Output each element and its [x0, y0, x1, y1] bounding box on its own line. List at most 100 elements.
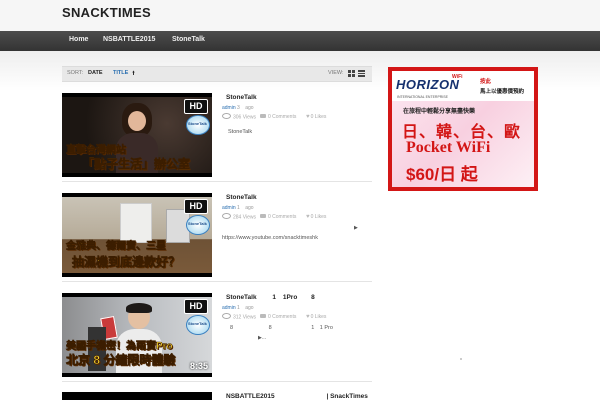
post-title[interactable]: NSBATTLE2015 | SnackTimes	[226, 393, 368, 400]
post-likes: 0 Likes	[310, 214, 327, 220]
post-item: NSBATTLE2015 | SnackTimes	[62, 392, 372, 400]
post-comments-link[interactable]: 0 Comments	[268, 314, 296, 320]
thumbnail-caption-line1: 直擊台灣網站	[66, 145, 127, 157]
post-views: 312 Views	[233, 314, 256, 321]
post-title-text: StoneTalk	[226, 294, 257, 301]
excerpt-part: 8	[268, 325, 272, 331]
post-author-link[interactable]: admin	[222, 205, 236, 211]
sort-ascending-icon[interactable]: 🠙	[132, 69, 135, 79]
post-thumbnail[interactable]	[62, 392, 212, 400]
post-age: 3	[237, 105, 240, 111]
ad-price: $60/日 起	[406, 165, 478, 184]
post-ago: ago	[245, 105, 254, 111]
channel-logo-icon: StoneTalk	[186, 115, 210, 135]
post-comments-link[interactable]: 0 Comments	[268, 114, 296, 120]
post-likes: 0 Likes	[310, 114, 327, 120]
grid-view-icon[interactable]	[348, 70, 355, 77]
post-title[interactable]: StoneTalk	[226, 194, 257, 201]
nav-item-home[interactable]: Home	[69, 36, 88, 43]
view-label: VIEW:	[328, 70, 344, 76]
excerpt-part: 1	[311, 325, 315, 331]
likes-icon[interactable]: ♥	[306, 214, 310, 220]
likes-icon[interactable]: ♥	[306, 114, 310, 120]
post-item: HD StoneTalk 金雅典、德爾寶、三星 抽濕機到底邊款好？ StoneT…	[62, 193, 372, 285]
post-meta: admin 1 ago	[222, 205, 254, 211]
post-item: HD StoneTalk 直擊台灣網站 「點子生活」辦公室 StoneTalk …	[62, 93, 372, 185]
sidebar-ad-banner[interactable]: HORIZON WiFi INTERNATIONAL ENTERPRISE 按此…	[388, 67, 538, 191]
post-stats: 306 Views 0 Comments ♥0 Likes	[222, 113, 362, 122]
hd-badge: HD	[184, 99, 208, 114]
post-meta: admin 1 ago	[222, 305, 254, 311]
post-stats: 312 Views 0 Comments ♥0 Likes	[222, 313, 362, 322]
views-icon	[222, 113, 231, 119]
post-stats: 284 Views 0 Comments ♥0 Likes	[222, 213, 362, 222]
post-author-link[interactable]: admin	[222, 305, 236, 311]
comments-icon	[260, 213, 266, 218]
post-title[interactable]: StoneTalk	[226, 94, 257, 101]
comments-icon	[260, 313, 266, 318]
post-ago: ago	[245, 205, 254, 211]
post-divider	[62, 181, 372, 182]
site-header: SNACKTIMES	[0, 0, 600, 31]
post-title-text: NSBATTLE2015	[226, 393, 275, 400]
nav-item-stonetalk[interactable]: StoneTalk	[172, 36, 205, 43]
thumbnail-caption-line2: 北京 8 分鐘限時體驗	[66, 353, 176, 368]
excerpt-part: 8	[230, 325, 234, 331]
post-excerpt: StoneTalk	[228, 129, 253, 135]
ad-tagline: 在旅程中輕鬆分享無盡快樂	[403, 109, 476, 115]
post-item: HD StoneTalk 美國手機密！為兩寶Pro 北京 8 分鐘限時體驗 8:…	[62, 293, 372, 385]
views-icon	[222, 313, 231, 319]
post-likes: 0 Likes	[310, 314, 327, 320]
list-view-icon[interactable]	[358, 70, 365, 77]
post-title-part: | SnackTimes	[326, 393, 368, 400]
post-thumbnail[interactable]: HD StoneTalk 美國手機密！為兩寶Pro 北京 8 分鐘限時體驗 8:…	[62, 293, 212, 377]
post-thumbnail[interactable]: HD StoneTalk 直擊台灣網站 「點子生活」辦公室	[62, 93, 212, 177]
views-icon	[222, 213, 231, 219]
sort-by-title-link[interactable]: TITLE	[113, 70, 128, 76]
sort-label: SORT:	[67, 70, 84, 76]
thumbnail-caption-line1: 美國手機密！為兩寶Pro	[66, 341, 173, 353]
post-title-part: 1Pro	[282, 294, 298, 301]
ad-logo-wifi: WiFi	[452, 74, 463, 80]
ad-content: HORIZON WiFi INTERNATIONAL ENTERPRISE 按此…	[392, 71, 534, 187]
decorative-dot	[460, 358, 462, 360]
post-title[interactable]: StoneTalk 1 1Pro 8	[226, 294, 315, 301]
ad-logo-subtitle: INTERNATIONAL ENTERPRISE	[397, 95, 448, 99]
main-navigation: Home NSBATTLE2015 StoneTalk	[0, 31, 600, 52]
post-excerpt: 8 8 1 1 Pro	[230, 325, 333, 331]
read-more-link[interactable]: ▶...	[258, 335, 266, 341]
ad-call-to-action-detail: 馬上以優惠價預約	[480, 89, 525, 95]
sort-by-date-link[interactable]: DATE	[88, 70, 103, 76]
post-age: 1	[237, 205, 240, 211]
post-meta: admin 3 ago	[222, 105, 254, 111]
post-divider	[62, 381, 372, 382]
post-author-link[interactable]: admin	[222, 105, 236, 111]
site-title[interactable]: SNACKTIMES	[62, 5, 151, 20]
video-duration: 8:35	[189, 361, 208, 371]
play-icon[interactable]: ▶	[354, 225, 358, 231]
likes-icon[interactable]: ♥	[306, 314, 310, 320]
ad-product: Pocket WiFi	[406, 139, 491, 156]
post-ago: ago	[245, 305, 254, 311]
thumbnail-caption-line2: 抽濕機到底邊款好？	[72, 255, 181, 270]
post-views: 284 Views	[233, 214, 256, 221]
post-comments-link[interactable]: 0 Comments	[268, 214, 296, 220]
excerpt-part: 1 Pro	[319, 325, 333, 331]
nav-item-nsbattle2015[interactable]: NSBATTLE2015	[103, 36, 155, 43]
post-divider	[62, 281, 372, 282]
thumbnail-caption-line1: 金雅典、德爾寶、三星	[66, 241, 167, 253]
channel-logo-icon: StoneTalk	[186, 315, 210, 335]
thumbnail-caption-line2: 「點子生活」辦公室	[82, 157, 191, 172]
post-views: 306 Views	[233, 114, 256, 121]
post-excerpt-link[interactable]: https://www.youtube.com/snacktimeshk	[222, 235, 318, 241]
post-title-part: 8	[311, 294, 315, 301]
channel-logo-icon: StoneTalk	[186, 215, 210, 235]
hd-badge: HD	[184, 299, 208, 314]
sort-bar: SORT: DATE TITLE 🠙 VIEW:	[62, 66, 372, 82]
ad-logo: HORIZON	[396, 77, 460, 92]
comments-icon	[260, 113, 266, 118]
ad-call-to-action: 按此	[480, 79, 492, 85]
post-thumbnail[interactable]: HD StoneTalk 金雅典、德爾寶、三星 抽濕機到底邊款好？	[62, 193, 212, 277]
hd-badge: HD	[184, 199, 208, 214]
post-age: 1	[237, 305, 240, 311]
